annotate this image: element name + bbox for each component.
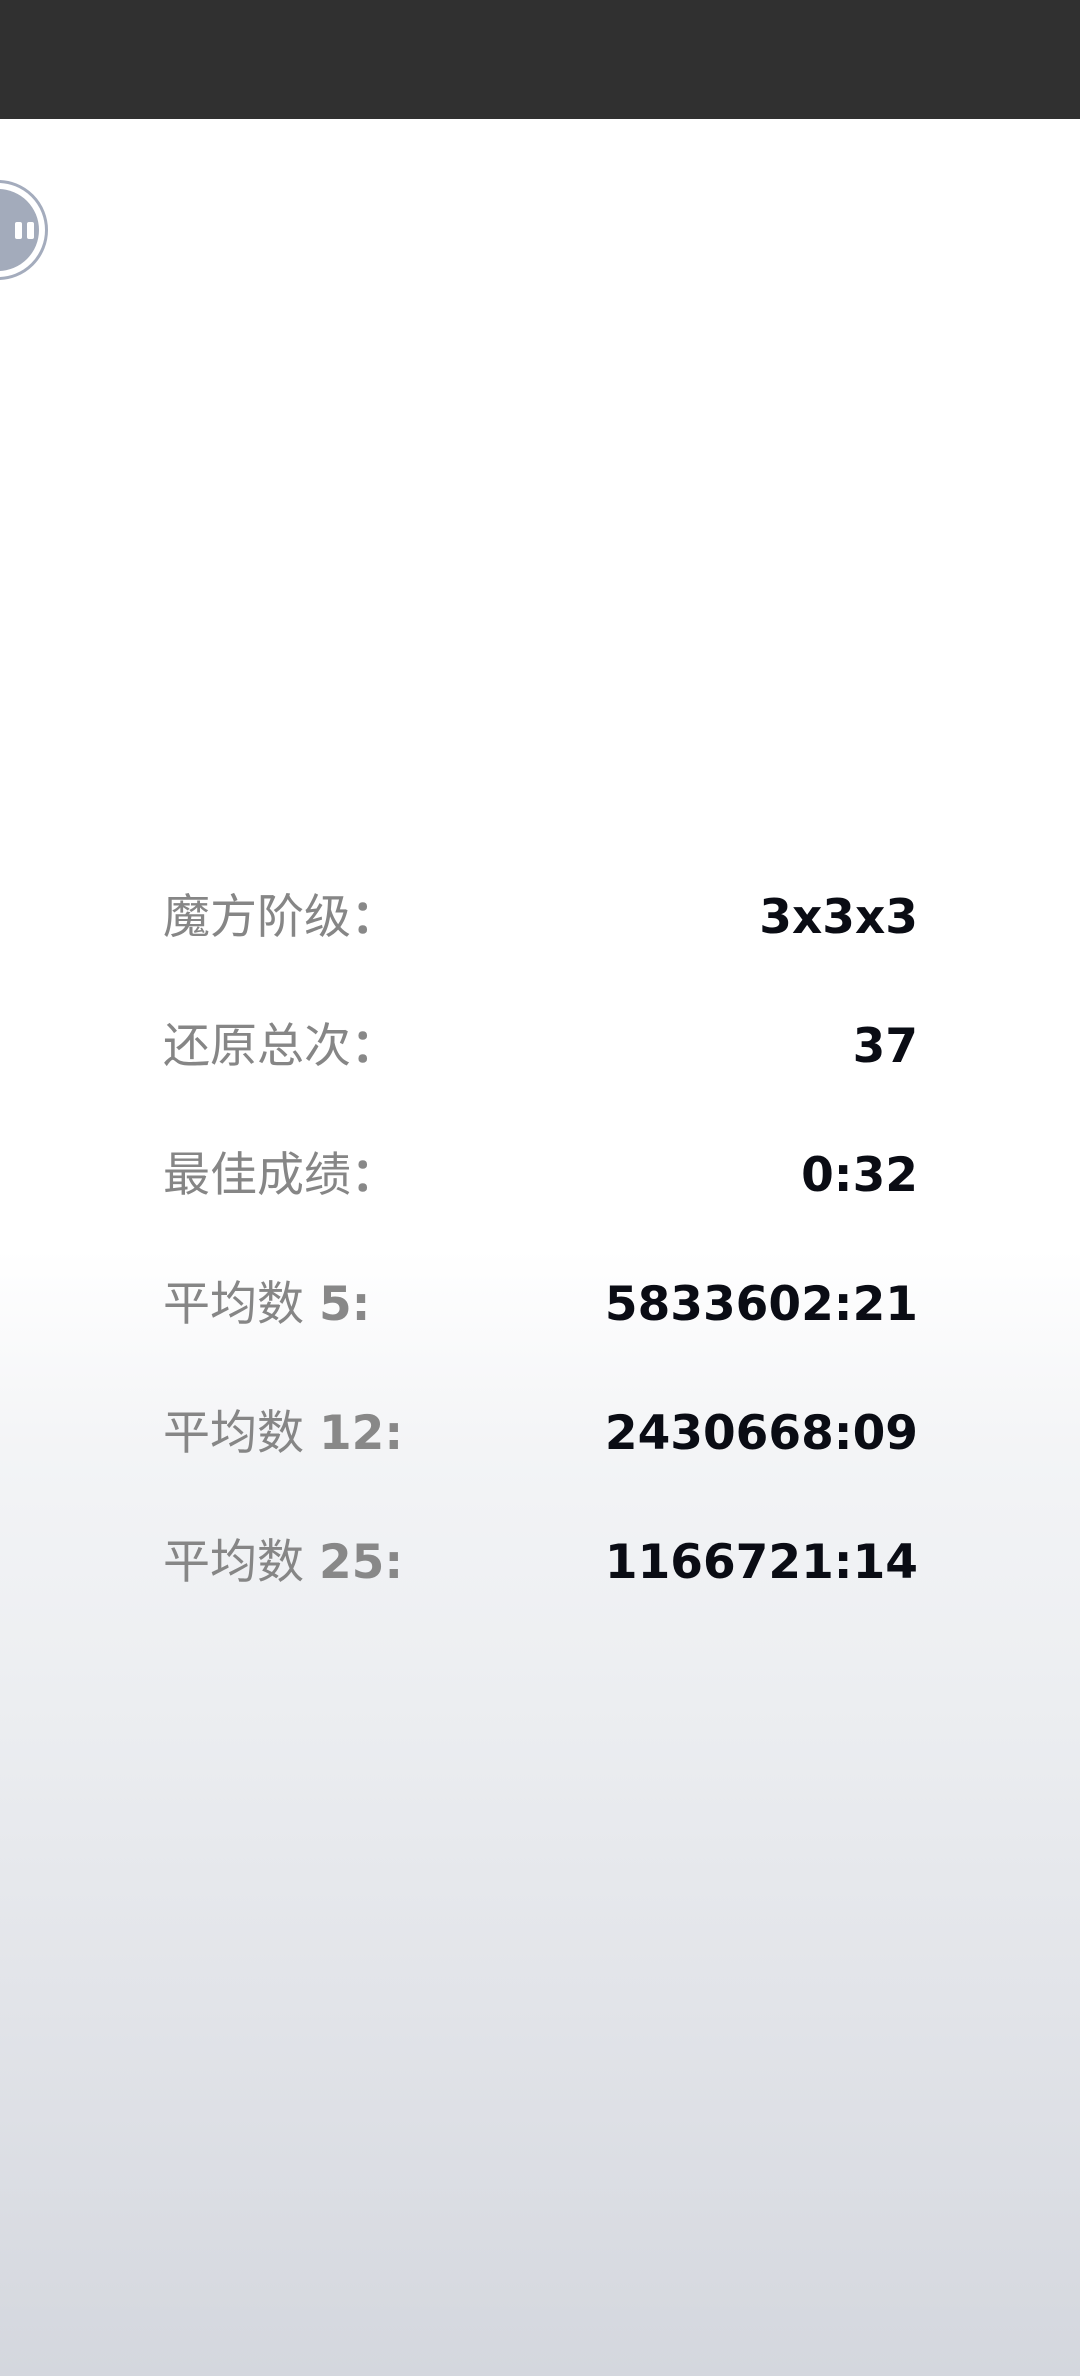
stat-label: 最佳成绩： [163,1148,398,1203]
stat-value: 1166721:14 [604,1535,918,1590]
stats-panel: 魔方阶级： 3x3x3 还原总次： 37 最佳成绩： 0:32 平均数 5: 5… [163,858,918,1632]
stat-label: 魔方阶级： [163,890,398,945]
stat-value: 3x3x3 [759,890,918,945]
pause-bar-right [27,222,34,239]
stat-row-cube-order: 魔方阶级： 3x3x3 [163,858,918,987]
stat-value: 0:32 [801,1148,918,1203]
pause-bar-left [15,222,22,239]
stat-label: 平均数 12: [163,1406,404,1461]
stat-row-average-12: 平均数 12: 2430668:09 [163,1374,918,1503]
stat-label: 还原总次： [163,1019,398,1074]
stat-label: 平均数 25: [163,1535,404,1590]
stat-value: 2430668:09 [604,1406,918,1461]
stat-value: 37 [852,1019,918,1074]
pause-icon [0,189,39,271]
floating-menu-button[interactable] [0,180,48,280]
stat-value: 5833602:21 [604,1277,918,1332]
stat-row-average-5: 平均数 5: 5833602:21 [163,1245,918,1374]
stat-label: 平均数 5: [163,1277,371,1332]
stat-row-total-solves: 还原总次： 37 [163,987,918,1116]
status-bar [0,0,1080,119]
stat-row-best-time: 最佳成绩： 0:32 [163,1116,918,1245]
stat-row-average-25: 平均数 25: 1166721:14 [163,1503,918,1632]
